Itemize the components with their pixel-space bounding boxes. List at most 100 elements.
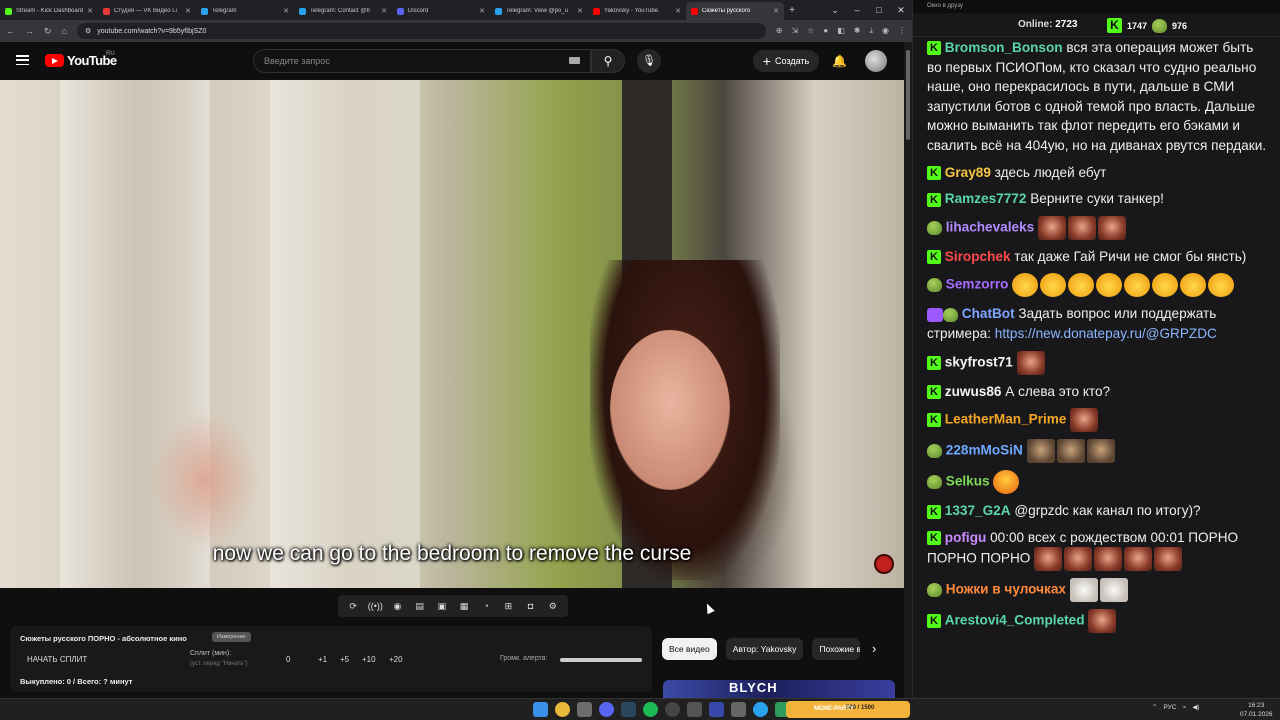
chat-username[interactable]: zuwus86 (945, 384, 1002, 399)
add-10-button[interactable]: +10 (362, 655, 376, 664)
obs-icon[interactable] (665, 702, 680, 717)
close-tab-icon[interactable]: ✕ (283, 7, 289, 15)
extension-icon[interactable]: ● (823, 26, 828, 36)
windows-start-icon[interactable] (533, 702, 548, 717)
add-box-icon[interactable]: ⊞ (499, 601, 517, 612)
browser-tab[interactable]: Discord ✕ (392, 2, 490, 20)
tab-search-icon[interactable]: ⌄ (824, 0, 846, 20)
add-1-button[interactable]: +1 (318, 655, 327, 664)
scrollbar-thumb[interactable] (906, 50, 910, 140)
zoom-icon[interactable]: ⊕ (776, 26, 783, 36)
forward-icon[interactable]: → (25, 26, 34, 36)
reload-icon[interactable]: ↻ (44, 26, 52, 37)
chat-username[interactable]: Ramzes7772 (945, 191, 1027, 206)
close-tab-icon[interactable]: ✕ (185, 7, 191, 15)
menu-icon[interactable] (16, 55, 29, 65)
volume-icon[interactable]: ◀) (1192, 703, 1199, 711)
picture-icon[interactable]: ▣ (433, 601, 451, 612)
chevron-right-icon[interactable]: › (872, 641, 876, 656)
bookmark-star-icon[interactable]: ☆ (807, 26, 814, 36)
browser-tab[interactable]: Telegram ✕ (196, 2, 294, 20)
split-minutes-value[interactable]: 0 (286, 655, 290, 664)
file-explorer-icon[interactable] (577, 702, 592, 717)
chip-similar[interactable]: Похожие видео (812, 638, 861, 660)
chat-username[interactable]: Gray89 (945, 165, 991, 180)
chat-username[interactable]: Selkus (946, 474, 990, 489)
repeat-icon[interactable]: ⟳ (344, 601, 362, 612)
app-icon[interactable] (731, 702, 746, 717)
browser-tab[interactable]: Telegram: Contact @b ✕ (294, 2, 392, 20)
new-tab-button[interactable]: + (784, 5, 800, 16)
close-tab-icon[interactable]: ✕ (381, 7, 387, 15)
chip-author[interactable]: Автор: Yakovsky (725, 638, 804, 660)
broadcast-icon[interactable]: ((•)) (366, 601, 384, 611)
steam-icon[interactable] (621, 702, 636, 717)
menu-dots-icon[interactable]: ⋮ (898, 26, 906, 36)
chat-username[interactable]: Siropchek (945, 249, 1011, 264)
eye-icon[interactable]: ◉ (388, 601, 406, 612)
speed-icon[interactable]: ◔ (477, 601, 495, 611)
youtube-logo[interactable]: YouTube RU (45, 51, 117, 68)
layout-icon[interactable]: ▦ (455, 601, 473, 612)
start-split-button[interactable]: НАЧАТЬ СПЛИТ (27, 655, 87, 664)
close-window-button[interactable]: ✕ (890, 0, 912, 20)
notifications-bell-icon[interactable]: 🔔 (832, 54, 847, 68)
chat-username[interactable]: lihachevaleks (946, 219, 1034, 234)
chat-username[interactable]: Bromson_Bonson (945, 40, 1063, 55)
taskbar-clock[interactable]: 16:23 07.01.2026 (1240, 701, 1273, 719)
site-info-icon[interactable]: ⚙ (85, 27, 91, 35)
browser-tab[interactable]: Telegram: View @po_u ✕ (490, 2, 588, 20)
page-scrollbar[interactable] (904, 42, 912, 698)
browser-tab[interactable]: Yakovsky - YouTube ✕ (588, 2, 686, 20)
chat-username[interactable]: 228mMoSiN (946, 443, 1023, 458)
back-icon[interactable]: ← (6, 26, 15, 36)
gear-icon[interactable]: ⚙ (544, 601, 562, 612)
profile-icon[interactable]: ◉ (882, 26, 889, 36)
meme-party-widget[interactable]: MEME-PARTY 500 / 1500 (786, 701, 910, 718)
camera-icon[interactable]: ◘ (522, 601, 540, 611)
chat-username[interactable]: 1337_G2A (945, 503, 1011, 518)
alert-volume-slider[interactable] (560, 658, 642, 662)
search-input[interactable]: Введите запрос (253, 49, 591, 73)
chat-username[interactable]: Semzorro (946, 277, 1009, 292)
chevron-up-icon[interactable]: ⌃ (1152, 703, 1157, 711)
minimize-button[interactable]: – (846, 0, 868, 20)
search-button[interactable]: ⚲ (591, 49, 625, 73)
install-icon[interactable]: ⇲ (791, 26, 798, 36)
video-player[interactable]: now we can go to the bedroom to remove t… (0, 80, 904, 588)
browser-tab-active[interactable]: Сюжеты русского ✕ (686, 2, 784, 20)
telegram-icon[interactable] (753, 702, 768, 717)
puzzle-icon[interactable]: ✱ (854, 26, 861, 36)
chip-all-videos[interactable]: Все видео (662, 638, 717, 660)
browser-tab[interactable]: Stream - Kick Dashboard ✕ (0, 2, 98, 20)
close-tab-icon[interactable]: ✕ (87, 7, 93, 15)
home-icon[interactable]: ⌂ (62, 26, 67, 36)
clapper-icon[interactable]: ▤ (411, 601, 429, 612)
split-tag[interactable]: Измерение (212, 632, 251, 642)
maximize-button[interactable]: □ (868, 0, 890, 20)
create-button[interactable]: + Создать (753, 50, 819, 72)
related-video-thumbnail[interactable]: BLYCH (663, 680, 895, 698)
chat-username[interactable]: ChatBot (962, 306, 1015, 321)
chat-username[interactable]: skyfrost71 (945, 354, 1013, 369)
close-tab-icon[interactable]: ✕ (773, 7, 779, 15)
spotify-icon[interactable] (643, 702, 658, 717)
chat-username[interactable]: LeatherMan_Prime (945, 412, 1067, 427)
add-20-button[interactable]: +20 (389, 655, 403, 664)
close-tab-icon[interactable]: ✕ (577, 7, 583, 15)
extension-icon[interactable]: ◧ (837, 26, 845, 36)
donate-link[interactable]: https://new.donatepay.ru/@GRPZDC (995, 326, 1217, 341)
user-avatar[interactable] (865, 50, 887, 72)
discord-icon[interactable] (599, 702, 614, 717)
chrome-icon[interactable] (555, 702, 570, 717)
download-icon[interactable]: ⤓ (869, 26, 873, 36)
keyboard-icon[interactable] (569, 57, 580, 64)
app-icon[interactable] (687, 702, 702, 717)
voice-search-button[interactable]: 🎙 (637, 49, 661, 73)
media-player-icon[interactable] (709, 702, 724, 717)
url-field[interactable]: ⚙ youtube.com/watch?v=9b5yfIbjSZ0 (76, 23, 766, 39)
chat-username[interactable]: pofigu (945, 530, 987, 545)
chat-username[interactable]: Ножки в чулочках (946, 582, 1066, 597)
add-5-button[interactable]: +5 (340, 655, 349, 664)
network-icon[interactable]: ⌁ (1182, 703, 1186, 711)
